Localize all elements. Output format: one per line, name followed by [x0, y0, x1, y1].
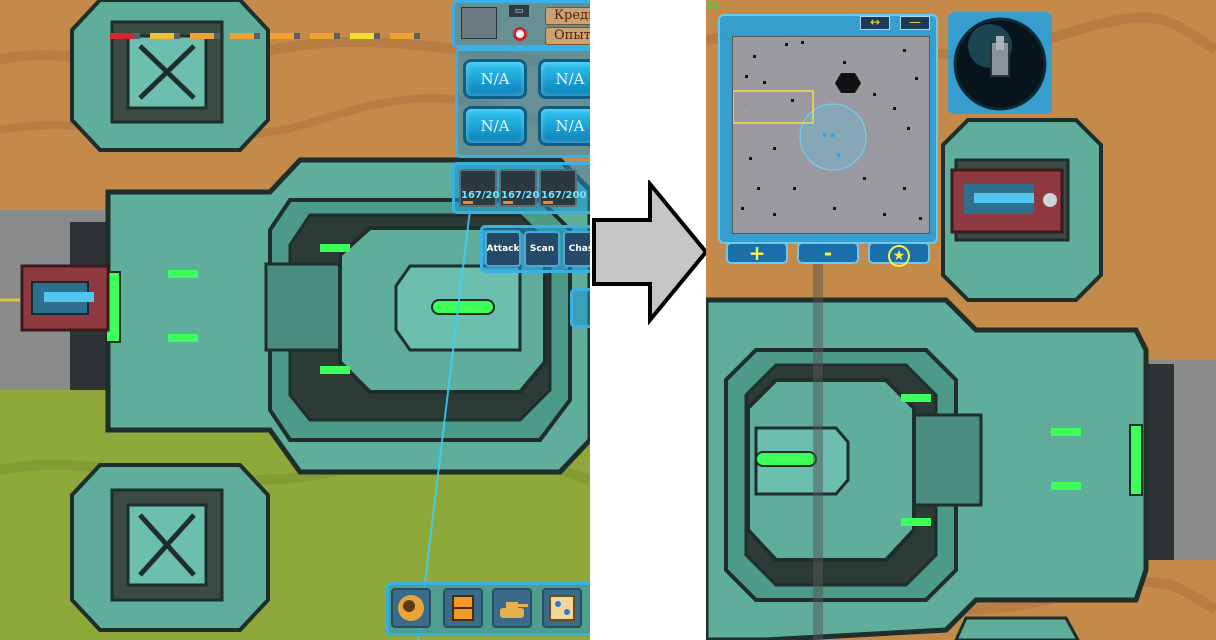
experience-label: Опыт — [545, 27, 590, 45]
credits-label: Креди — [545, 7, 590, 25]
module-slot-3[interactable]: N/A — [463, 106, 527, 146]
hp-segment — [270, 33, 300, 39]
landing-pad-bottom — [70, 463, 270, 632]
ammo-slot-2[interactable]: 167/200 — [499, 169, 547, 207]
minimap-panel: ↔ — — [718, 14, 938, 244]
hp-segment — [350, 33, 380, 39]
expand-icon[interactable]: ↔ — [860, 16, 890, 30]
landing-pad-top — [70, 0, 270, 152]
tank-info-panel: ▭ Креди Опыт — [452, 0, 590, 48]
ammo-reload-bar — [543, 201, 553, 204]
crate-icon[interactable] — [443, 588, 483, 628]
ammo-reload-bar — [503, 201, 513, 204]
hp-segment — [150, 33, 180, 39]
chase-button[interactable]: Chas — [563, 231, 590, 267]
transition-arrow-icon — [592, 180, 709, 325]
radar-panel — [948, 12, 1052, 114]
minimap-markers — [732, 41, 922, 220]
side-tool-button[interactable] — [570, 288, 590, 328]
hp-segment — [230, 33, 260, 39]
hp-segment — [110, 33, 140, 39]
game-view-left: ▭ Креди Опыт N/A N/A N/A N/A 167/200 167… — [0, 0, 590, 640]
player-tank-left — [20, 264, 110, 332]
landing-pad-right — [941, 118, 1103, 302]
module-slot-2[interactable]: N/A — [538, 59, 590, 99]
ammo-slot-1[interactable]: 167/200 — [459, 169, 507, 207]
zoom-out-button[interactable]: - — [797, 242, 859, 264]
zoom-in-button[interactable]: + — [726, 242, 788, 264]
ammo-reload-bar — [463, 201, 473, 204]
ammo-slot-3[interactable]: 167/200 — [539, 169, 587, 207]
favorite-button[interactable]: ★ — [868, 242, 930, 267]
hp-segment — [390, 33, 420, 39]
minimap-area[interactable] — [732, 36, 930, 234]
comparison-screen: ▭ Креди Опыт N/A N/A N/A N/A 167/200 167… — [0, 0, 1216, 640]
hp-segment — [310, 33, 340, 39]
fps-counter: 54 — [706, 0, 720, 13]
ammo-count: 167/200 — [461, 190, 507, 201]
main-base-right — [706, 297, 1174, 640]
star-icon: ★ — [888, 245, 910, 267]
hp-bar — [110, 33, 430, 41]
camera-icon[interactable]: ▭ — [509, 5, 529, 17]
attack-button[interactable]: Attack — [485, 231, 521, 267]
tank-thumbnail — [461, 7, 497, 39]
radar-display — [953, 17, 1047, 111]
ammo-count: 167/200 — [541, 190, 587, 201]
brain-icon[interactable] — [391, 588, 431, 628]
hp-segment — [190, 33, 220, 39]
ammo-count: 167/200 — [501, 190, 547, 201]
tank-icon[interactable] — [492, 588, 532, 628]
collapse-icon[interactable]: — — [900, 16, 930, 30]
module-slot-1[interactable]: N/A — [463, 59, 527, 99]
scan-button[interactable]: Scan — [524, 231, 560, 267]
map-icon[interactable] — [542, 588, 582, 628]
target-icon[interactable] — [513, 27, 527, 41]
module-slot-4[interactable]: N/A — [538, 106, 590, 146]
module-slots-panel: N/A N/A N/A N/A — [455, 48, 590, 158]
